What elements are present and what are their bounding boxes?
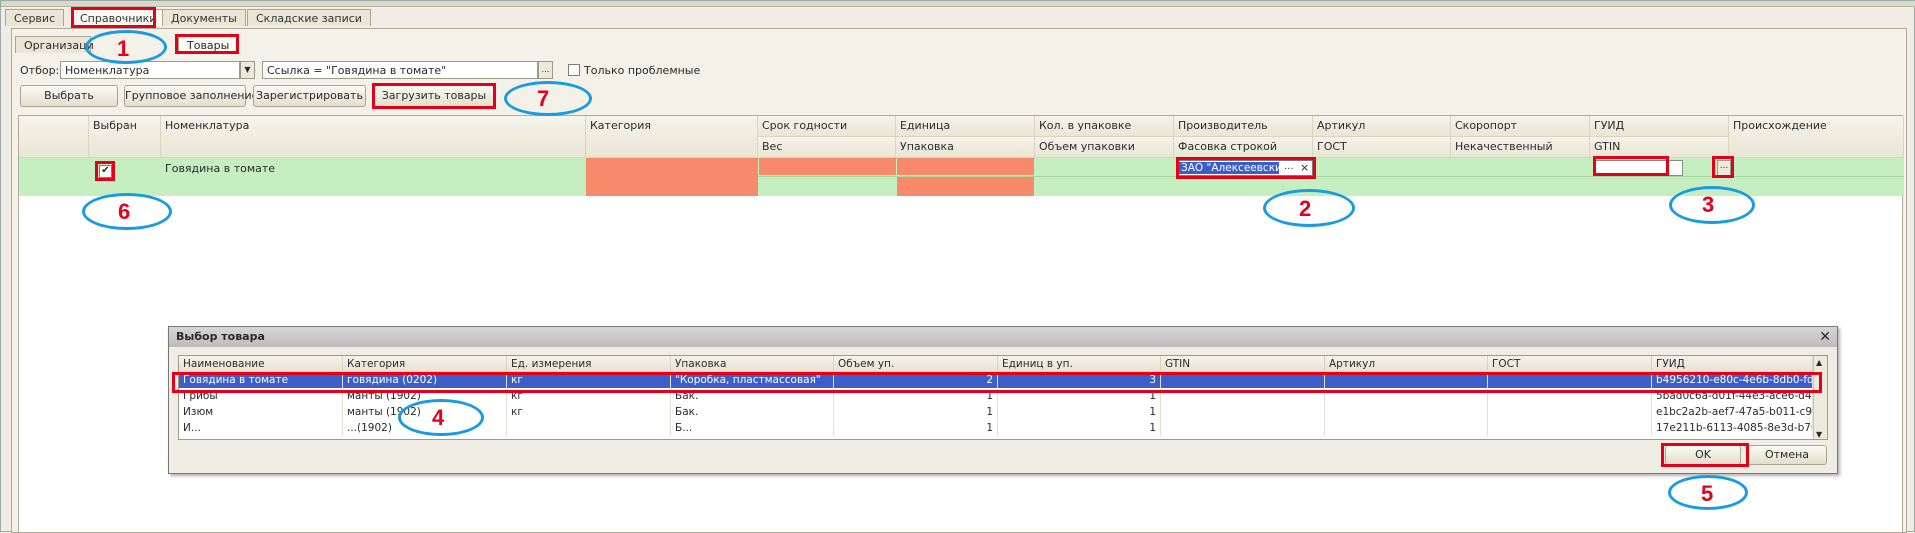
filter-ellipsis-button[interactable]: ...	[538, 61, 553, 79]
filter-label: Отбор:	[20, 64, 60, 77]
cell-name: И...	[179, 420, 343, 436]
col-gtin[interactable]: GTIN	[1161, 356, 1325, 372]
close-icon[interactable]: ✕	[1819, 329, 1831, 345]
row-shelf-life-cell-error[interactable]	[759, 158, 896, 175]
annotation-box-1	[71, 7, 156, 28]
grid-header-guid[interactable]: ГУИД	[1590, 116, 1729, 137]
col-gost[interactable]: ГОСТ	[1488, 356, 1652, 372]
row-package-cell-error[interactable]	[897, 177, 1034, 196]
grid-header-packing-string[interactable]: Фасовка строкой	[1174, 137, 1313, 158]
app-window: Сервис Справочники Документы Складские з…	[0, 0, 1915, 533]
cell-pack-volume: 1	[834, 420, 998, 436]
scroll-down-icon[interactable]: ▼	[1816, 430, 1822, 439]
cell-gost	[1488, 420, 1652, 436]
grid-header-weight[interactable]: Вес	[758, 137, 896, 158]
grid-header-perishable[interactable]: Скоропорт	[1451, 116, 1590, 137]
grid-header-package[interactable]: Упаковка	[896, 137, 1035, 158]
group-fill-button[interactable]: Групповое заполнение	[124, 85, 258, 107]
cell-unit: кг	[507, 404, 671, 420]
col-article[interactable]: Артикул	[1325, 356, 1488, 372]
row-category-cell-error[interactable]	[586, 158, 758, 196]
grid-header-defective[interactable]: Некачественный	[1451, 137, 1590, 158]
grid-header-origin[interactable]: Происхождение	[1729, 116, 1904, 158]
cell-gtin	[1161, 420, 1325, 436]
select-button[interactable]: Выбрать	[20, 85, 118, 107]
grid-header-article[interactable]: Артикул	[1313, 116, 1451, 137]
select-product-dialog: Выбор товара ✕ Наименование Категория Ед…	[168, 326, 1838, 474]
cell-pack-volume: 1	[834, 404, 998, 420]
annotation-number-5: 5	[1701, 481, 1714, 506]
only-problems-label: Только проблемные	[584, 64, 701, 77]
cell-package: Бак.	[671, 404, 834, 420]
col-units-in-pack[interactable]: Единиц в уп.	[998, 356, 1161, 372]
annotation-box-2	[1176, 157, 1316, 179]
row-unit-cell-error[interactable]	[897, 158, 1034, 175]
cell-guid: 17e211b-6113-4085-8e3d-b70...	[1652, 420, 1813, 436]
tab-warehouse-records[interactable]: Складские записи	[247, 9, 371, 26]
cell-unit	[507, 420, 671, 436]
register-button[interactable]: Зарегистрировать	[253, 85, 366, 107]
subtab-organizations[interactable]: Организаци	[15, 36, 94, 53]
grid-header-qty-in-pack[interactable]: Кол. в упаковке	[1035, 116, 1174, 137]
grid-header-gtin[interactable]: GTIN	[1590, 137, 1729, 158]
col-unit[interactable]: Ед. измерения	[507, 356, 671, 372]
scroll-up-icon[interactable]: ▲	[1816, 358, 1822, 367]
grid-header-pack-volume[interactable]: Объем упаковки	[1035, 137, 1174, 158]
col-pack-volume[interactable]: Объем уп.	[834, 356, 998, 372]
cell-units-in-pack: 1	[998, 420, 1161, 436]
col-guid[interactable]: ГУИД	[1652, 356, 1813, 372]
window-top-strip	[1, 1, 1915, 7]
grid-header-gost[interactable]: ГОСТ	[1313, 137, 1451, 158]
annotation-box-goods-tab	[175, 34, 239, 54]
cell-name: Изюм	[179, 404, 343, 420]
cell-gost	[1488, 404, 1652, 420]
col-category[interactable]: Категория	[343, 356, 507, 372]
filter-field-select[interactable]: Номенклатура	[60, 61, 240, 79]
tab-service[interactable]: Сервис	[5, 9, 65, 26]
annotation-number-2: 2	[1299, 196, 1312, 221]
tab-documents[interactable]: Документы	[162, 9, 246, 26]
grid-header-selected[interactable]: Выбран	[89, 116, 161, 158]
annotation-number-4: 4	[432, 405, 445, 430]
dialog-title: Выбор товара	[169, 327, 1837, 347]
row-nomenclature[interactable]: Говядина в томате	[161, 159, 586, 177]
annotation-box-3	[1712, 156, 1734, 178]
dialog-scrollbar[interactable]: ▲ ▼	[1813, 356, 1827, 439]
annotation-number-3: 3	[1702, 192, 1715, 217]
only-problems-checkbox[interactable]	[568, 64, 580, 76]
annotation-box-5	[1661, 443, 1749, 467]
cancel-button[interactable]: Отмена	[1747, 445, 1827, 465]
grid-header-rownum	[19, 116, 89, 158]
annotation-box-4	[172, 372, 1822, 393]
grid-header-unit[interactable]: Единица	[896, 116, 1035, 137]
cell-units-in-pack: 1	[998, 404, 1161, 420]
cell-guid: e1bc2a2b-aef7-47a5-b011-c95...	[1652, 404, 1813, 420]
cell-article	[1325, 420, 1488, 436]
cell-package: Б...	[671, 420, 834, 436]
cell-article	[1325, 404, 1488, 420]
grid-header-producer[interactable]: Производитель	[1174, 116, 1313, 137]
annotation-number-7: 7	[537, 86, 550, 111]
cell-gtin	[1161, 404, 1325, 420]
annotation-box-guid	[1593, 156, 1669, 176]
annotation-number-1: 1	[117, 36, 130, 61]
col-name[interactable]: Наименование	[179, 356, 343, 372]
grid-header-nomenclature[interactable]: Номенклатура	[161, 116, 586, 158]
grid-header-shelf-life[interactable]: Срок годности	[758, 116, 896, 137]
annotation-number-6: 6	[118, 199, 131, 224]
annotation-box-7	[372, 83, 496, 109]
col-package[interactable]: Упаковка	[671, 356, 834, 372]
grid-header-category[interactable]: Категория	[586, 116, 758, 158]
annotation-box-6	[95, 161, 115, 181]
chevron-down-icon[interactable]: ▼	[240, 61, 255, 79]
filter-condition-input[interactable]: Ссылка = "Говядина в томате"	[262, 61, 538, 79]
